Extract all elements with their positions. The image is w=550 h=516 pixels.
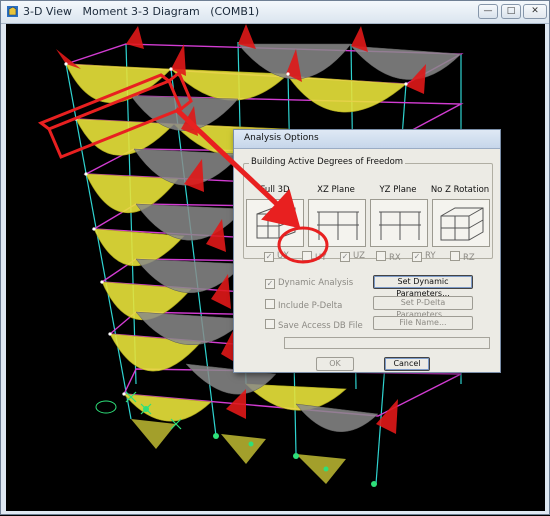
active-dof-group: Building Active Degrees of Freedom Full …	[243, 157, 493, 259]
checkbox-save-access[interactable]	[265, 319, 275, 329]
save-access-checkbox[interactable]: Save Access DB File	[265, 319, 363, 331]
checkbox-ry[interactable]: ✓	[412, 252, 422, 262]
checkbox-uy[interactable]	[302, 251, 312, 261]
set-dynamic-parameters-button[interactable]: Set Dynamic Parameters...	[373, 275, 473, 298]
include-pdelta-label: Include P-Delta	[278, 301, 343, 311]
dof-ry-checkbox[interactable]: ✓ RY	[412, 251, 436, 262]
dialog-title: Analysis Options	[244, 133, 319, 143]
dof-uy-checkbox[interactable]: UY	[302, 251, 326, 263]
yz-plane-button[interactable]	[370, 199, 428, 247]
checkbox-include-pdelta[interactable]	[265, 299, 275, 309]
xz-plane-icon	[317, 211, 359, 240]
option-label-full-3d: Full 3D	[260, 185, 290, 195]
dof-ry-label: RY	[425, 251, 436, 261]
dialog-body: Building Active Degrees of Freedom Full …	[234, 149, 500, 372]
window-title: 3-D View Moment 3-3 Diagram (COMB1)	[23, 5, 260, 18]
dof-rz-checkbox[interactable]: RZ	[450, 251, 475, 263]
file-name-button[interactable]: File Name...	[373, 316, 473, 330]
dof-rx-checkbox[interactable]: RX	[376, 251, 401, 263]
full-3d-icon	[256, 207, 296, 239]
cancel-button[interactable]: Cancel	[384, 357, 430, 371]
app-window: 3-D View Moment 3-3 Diagram (COMB1) — □ …	[0, 0, 550, 515]
dof-rx-label: RX	[389, 253, 401, 263]
window-titlebar[interactable]: 3-D View Moment 3-3 Diagram (COMB1) — □ …	[1, 1, 549, 24]
checkbox-rx[interactable]	[376, 251, 386, 261]
no-z-rotation-button[interactable]	[432, 199, 490, 247]
checkbox-dynamic-analysis[interactable]: ✓	[265, 279, 275, 289]
analysis-options-dialog: Analysis Options Building Active Degrees…	[233, 129, 501, 373]
dof-ux-checkbox[interactable]: ✓ UX	[264, 251, 289, 262]
checkbox-ux[interactable]: ✓	[264, 252, 274, 262]
no-z-rotation-icon	[440, 207, 484, 241]
close-button[interactable]: ✕	[523, 4, 547, 19]
group-title: Building Active Degrees of Freedom	[249, 157, 406, 167]
minimize-button[interactable]: —	[478, 4, 498, 19]
dof-uy-label: UY	[315, 253, 327, 263]
set-pdelta-parameters-button[interactable]: Set P-Delta Parameters...	[373, 296, 473, 319]
maximize-button[interactable]: □	[501, 4, 521, 19]
option-label-xz-plane: XZ Plane	[317, 185, 355, 195]
full-3d-button[interactable]	[246, 199, 304, 247]
dof-uz-label: UZ	[353, 251, 365, 261]
dof-uz-checkbox[interactable]: ✓ UZ	[340, 251, 365, 262]
yz-plane-icon	[379, 211, 421, 240]
option-label-no-z-rotation: No Z Rotation	[430, 185, 490, 195]
save-access-label: Save Access DB File	[278, 321, 363, 331]
include-pdelta-checkbox[interactable]: Include P-Delta	[265, 299, 342, 311]
xz-plane-button[interactable]	[308, 199, 366, 247]
dynamic-analysis-checkbox[interactable]: ✓ Dynamic Analysis	[265, 278, 353, 289]
dialog-titlebar[interactable]: Analysis Options	[234, 130, 500, 149]
dof-rz-label: RZ	[463, 253, 475, 263]
app-icon	[7, 6, 18, 17]
access-file-path-field[interactable]	[284, 337, 490, 349]
option-label-yz-plane: YZ Plane	[379, 185, 417, 195]
checkbox-uz[interactable]: ✓	[340, 252, 350, 262]
dynamic-analysis-label: Dynamic Analysis	[278, 278, 354, 288]
dof-ux-label: UX	[277, 251, 290, 261]
checkbox-rz[interactable]	[450, 251, 460, 261]
ok-button[interactable]: OK	[316, 357, 354, 371]
